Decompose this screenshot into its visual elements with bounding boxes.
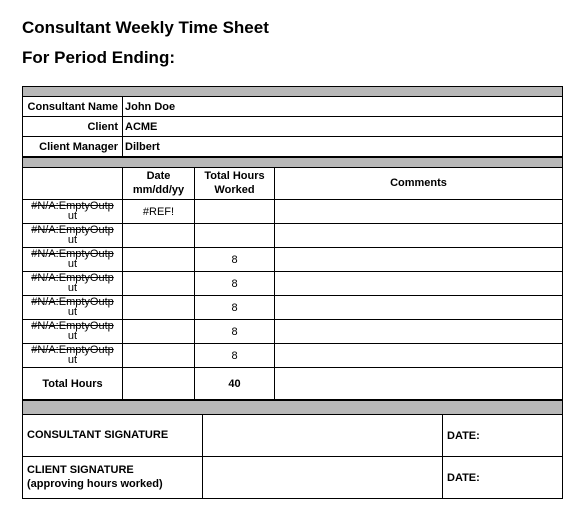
consultant-name-value: John Doe [123,97,563,117]
comments-cell [275,344,563,368]
client-value: ACME [123,117,563,137]
hours-cell: 8 [195,320,275,344]
date-cell: #REF! [123,200,195,224]
info-table: Consultant Name John Doe Client ACME Cli… [22,86,563,157]
time-table: Date mm/dd/yy Total Hours Worked Comment… [22,157,563,400]
table-row: #N/A:EmptyOutput [23,224,563,248]
total-hours: 40 [195,368,275,400]
client-signature-space [203,457,443,499]
client-signature-label: CLIENT SIGNATURE (approving hours worked… [23,457,203,499]
comments-cell [275,200,563,224]
day-cell: #N/A:EmptyOutput [23,224,123,248]
client-manager-label: Client Manager [23,137,123,157]
period-ending-label: For Period Ending: [22,48,563,68]
client-label: Client [23,117,123,137]
hours-cell [195,224,275,248]
day-cell: #N/A:EmptyOutput [23,272,123,296]
consultant-signature-space [203,415,443,457]
page-title: Consultant Weekly Time Sheet [22,18,563,38]
hours-cell: 8 [195,296,275,320]
hours-cell: 8 [195,248,275,272]
total-row: Total Hours 40 [23,368,563,400]
consultant-signature-label: CONSULTANT SIGNATURE [23,415,203,457]
info-divider-top [23,87,563,97]
table-row: #N/A:EmptyOutput 8 [23,296,563,320]
day-cell: #N/A:EmptyOutput [23,296,123,320]
date-cell [123,272,195,296]
consultant-signature-row: CONSULTANT SIGNATURE DATE: [23,415,563,457]
table-row: #N/A:EmptyOutput #REF! [23,200,563,224]
day-cell: #N/A:EmptyOutput [23,200,123,224]
client-signature-row: CLIENT SIGNATURE (approving hours worked… [23,457,563,499]
date-cell [123,320,195,344]
date-cell [123,248,195,272]
comments-cell [275,272,563,296]
comments-cell [275,296,563,320]
header-comments: Comments [275,168,563,200]
total-comments [275,368,563,400]
date-cell [123,296,195,320]
sig-divider-top [23,401,563,415]
client-manager-value: Dilbert [123,137,563,157]
hours-cell: 8 [195,344,275,368]
header-date: Date mm/dd/yy [123,168,195,200]
comments-cell [275,224,563,248]
consultant-signature-date-label: DATE: [443,415,563,457]
hours-cell [195,200,275,224]
hours-cell: 8 [195,272,275,296]
total-label: Total Hours [23,368,123,400]
total-date [123,368,195,400]
time-divider-top [23,158,563,168]
day-cell: #N/A:EmptyOutput [23,248,123,272]
comments-cell [275,320,563,344]
date-cell [123,224,195,248]
day-cell: #N/A:EmptyOutput [23,344,123,368]
consultant-name-label: Consultant Name [23,97,123,117]
table-row: #N/A:EmptyOutput 8 [23,272,563,296]
table-row: #N/A:EmptyOutput 8 [23,320,563,344]
comments-cell [275,248,563,272]
header-day [23,168,123,200]
signature-table: CONSULTANT SIGNATURE DATE: CLIENT SIGNAT… [22,400,563,499]
day-cell: #N/A:EmptyOutput [23,320,123,344]
date-cell [123,344,195,368]
table-row: #N/A:EmptyOutput 8 [23,344,563,368]
header-hours: Total Hours Worked [195,168,275,200]
table-row: #N/A:EmptyOutput 8 [23,248,563,272]
client-signature-date-label: DATE: [443,457,563,499]
